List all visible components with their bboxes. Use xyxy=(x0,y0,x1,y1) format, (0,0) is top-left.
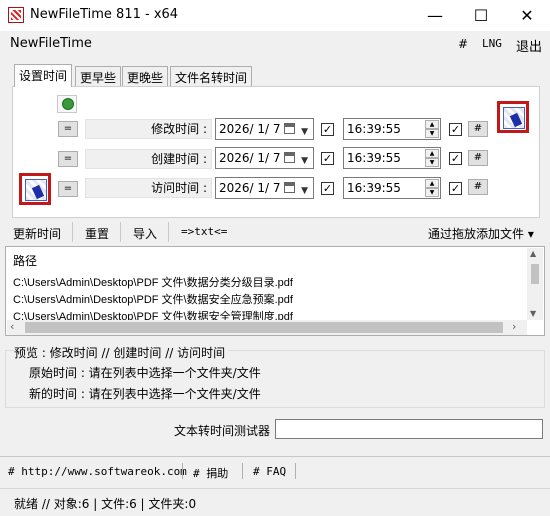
spin-down-icon[interactable]: ▼ xyxy=(425,129,439,138)
reset-button[interactable]: 重置 xyxy=(85,225,109,242)
created-date-value: 2026/ 1/ 7 xyxy=(219,151,281,165)
modified-hash-button[interactable]: # xyxy=(468,121,488,137)
preview-title: 预览 : 修改时间 // 创建时间 // 访问时间 xyxy=(14,344,229,361)
chevron-down-icon[interactable]: ▼ xyxy=(301,181,308,201)
equal-button-modified[interactable]: = xyxy=(58,121,78,137)
spin-down-icon[interactable]: ▼ xyxy=(425,188,439,197)
spin-up-icon[interactable]: ▲ xyxy=(425,179,439,188)
tab-later[interactable]: 更晚些 xyxy=(122,66,169,86)
created-date-checkbox[interactable]: ✓ xyxy=(321,152,334,165)
accessed-time-input[interactable]: 16:39:55 ▲ ▼ xyxy=(343,177,441,199)
toolbar-separator xyxy=(120,222,121,242)
created-time-value: 16:39:55 xyxy=(347,151,401,165)
modified-date-value: 2026/ 1/ 7 xyxy=(219,122,281,136)
update-time-button[interactable]: 更新时间 xyxy=(13,225,61,242)
faq-link[interactable]: # FAQ xyxy=(253,465,286,478)
file-time-icon-left[interactable] xyxy=(19,173,51,205)
calendar-icon[interactable] xyxy=(284,182,295,193)
scroll-left-icon[interactable]: ‹ xyxy=(10,320,14,333)
calendar-icon[interactable] xyxy=(284,152,295,163)
accessed-date-value: 2026/ 1/ 7 xyxy=(219,181,281,195)
sync-icon[interactable] xyxy=(57,95,77,113)
modified-time-input[interactable]: 16:39:55 ▲ ▼ xyxy=(343,118,441,140)
accessed-time-value: 16:39:55 xyxy=(347,181,401,195)
menu-hash[interactable]: # xyxy=(458,37,468,51)
created-time-checkbox[interactable]: ✓ xyxy=(449,152,462,165)
tab-earlier[interactable]: 更早些 xyxy=(75,66,122,86)
scroll-right-icon[interactable]: › xyxy=(512,320,516,333)
original-time-text: 原始时间 : 请在列表中选择一个文件夹/文件 xyxy=(29,366,261,380)
maximize-button[interactable]: ☐ xyxy=(458,0,504,31)
minimize-button[interactable]: — xyxy=(412,0,458,31)
spin-down-icon[interactable]: ▼ xyxy=(425,158,439,167)
footer-separator xyxy=(295,463,296,479)
text-to-time-tester-label: 文本转时间测试器 xyxy=(174,424,271,438)
accessed-time-label: 访问时间 : xyxy=(85,178,212,198)
new-time-text: 新的时间 : 请在列表中选择一个文件夹/文件 xyxy=(29,387,261,401)
toolbar-separator xyxy=(72,222,73,242)
footer-separator xyxy=(182,463,183,479)
vertical-scroll-thumb[interactable] xyxy=(531,264,539,284)
chevron-down-icon[interactable]: ▼ xyxy=(301,151,308,171)
accessed-hash-button[interactable]: # xyxy=(468,179,488,195)
created-hash-button[interactable]: # xyxy=(468,150,488,166)
list-item[interactable]: C:\Users\Admin\Desktop\PDF 文件\数据安全应急预案.p… xyxy=(13,291,293,307)
tab-filename-to-time[interactable]: 文件名转时间 xyxy=(170,66,253,86)
tab-set-time[interactable]: 设置时间 xyxy=(14,64,73,87)
add-by-drag-dropdown[interactable]: 通过拖放添加文件 ▾ xyxy=(428,225,534,242)
import-button[interactable]: 导入 xyxy=(133,225,157,242)
calendar-icon[interactable] xyxy=(284,123,295,134)
accessed-time-checkbox[interactable]: ✓ xyxy=(449,182,462,195)
accessed-date-picker[interactable]: 2026/ 1/ 7 ▼ xyxy=(215,177,314,199)
equal-button-created[interactable]: = xyxy=(58,151,78,167)
created-date-picker[interactable]: 2026/ 1/ 7 ▼ xyxy=(215,147,314,169)
status-text: 就绪 // 对象:6 | 文件:6 | 文件夹:0 xyxy=(14,497,197,511)
app-icon xyxy=(8,7,24,23)
modified-time-checkbox[interactable]: ✓ xyxy=(449,123,462,136)
file-time-icon[interactable] xyxy=(497,101,529,133)
toolbar-separator xyxy=(168,222,169,242)
modified-time-label: 修改时间 : xyxy=(85,119,212,139)
spin-up-icon[interactable]: ▲ xyxy=(425,149,439,158)
website-link[interactable]: # http://www.softwareok.com xyxy=(8,465,187,478)
txt-button[interactable]: =>txt<= xyxy=(181,225,227,238)
text-to-time-tester-input[interactable] xyxy=(275,419,543,439)
scroll-up-icon[interactable]: ▲ xyxy=(530,249,536,258)
menu-exit[interactable]: 退出 xyxy=(516,36,542,55)
footer-divider xyxy=(0,456,550,457)
modified-date-checkbox[interactable]: ✓ xyxy=(321,123,334,136)
equal-button-accessed[interactable]: = xyxy=(58,181,78,197)
footer-separator xyxy=(242,463,243,479)
menu-app-name: NewFileTime xyxy=(10,36,92,51)
modified-date-picker[interactable]: 2026/ 1/ 7 ▼ xyxy=(215,118,314,140)
created-time-label: 创建时间 : xyxy=(85,149,212,169)
spin-up-icon[interactable]: ▲ xyxy=(425,120,439,129)
file-list-header-path[interactable]: 路径 xyxy=(13,252,37,269)
scroll-down-icon[interactable]: ▼ xyxy=(530,309,536,318)
menu-language[interactable]: LNG xyxy=(482,37,502,50)
chevron-down-icon[interactable]: ▼ xyxy=(301,122,308,142)
donate-link[interactable]: # 捐助 xyxy=(193,465,228,481)
modified-time-value: 16:39:55 xyxy=(347,122,401,136)
created-time-input[interactable]: 16:39:55 ▲ ▼ xyxy=(343,147,441,169)
window-title: NewFileTime 811 - x64 xyxy=(30,7,179,22)
horizontal-scroll-thumb[interactable] xyxy=(25,322,503,333)
list-item[interactable]: C:\Users\Admin\Desktop\PDF 文件\数据分类分级目录.p… xyxy=(13,274,293,290)
close-button[interactable]: ✕ xyxy=(504,0,550,31)
accessed-date-checkbox[interactable]: ✓ xyxy=(321,182,334,195)
